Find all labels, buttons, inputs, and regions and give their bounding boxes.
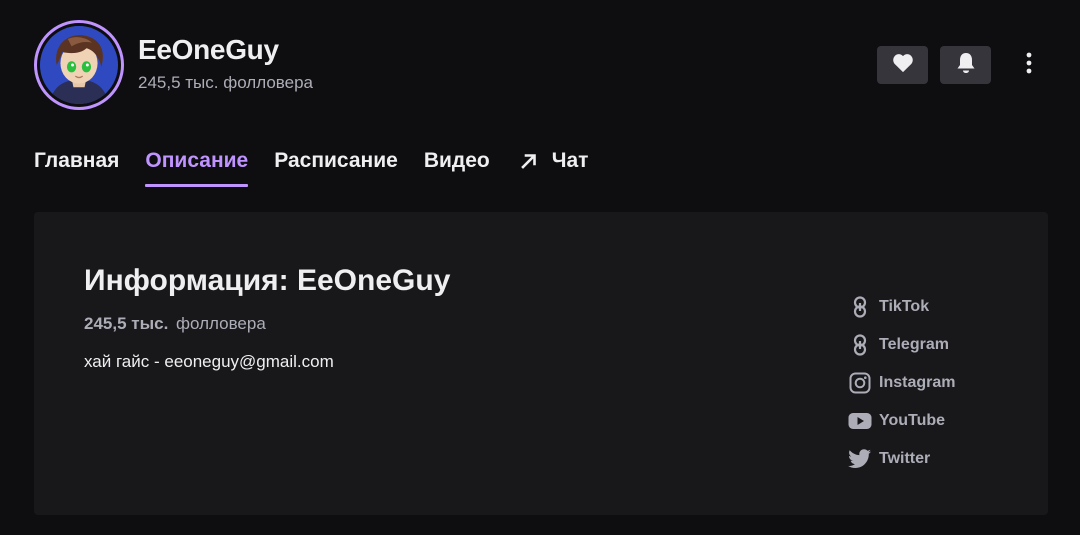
social-link-instagram[interactable]: Instagram [848, 364, 955, 402]
about-panel: Информация: EeOneGuy 245,5 тыс. фолловер… [34, 212, 1048, 515]
social-link-label: Twitter [879, 450, 931, 467]
twitter-icon [848, 447, 872, 471]
instagram-icon [848, 371, 872, 395]
social-link-telegram[interactable]: Telegram [848, 326, 955, 364]
social-link-label: YouTube [879, 412, 946, 429]
bell-icon [956, 52, 976, 79]
about-followers: 245,5 тыс. фолловера [84, 314, 266, 334]
tab-chat[interactable]: Чат [520, 146, 589, 188]
about-description: хай гайс - eeoneguy@gmail.com [84, 352, 334, 371]
about-followers-count: 245,5 тыс. [84, 314, 169, 333]
about-followers-label: фолловера [176, 314, 266, 333]
channel-name[interactable]: EeOneGuy [138, 34, 279, 66]
youtube-icon [848, 409, 872, 433]
tab-videos[interactable]: Видео [424, 146, 490, 188]
social-link-label: Telegram [879, 336, 949, 353]
social-links: TikTok Telegram Instagram YouTube Twitte… [848, 288, 955, 478]
notifications-button[interactable] [940, 46, 991, 84]
tab-about[interactable]: Описание [145, 146, 248, 188]
channel-tabs: Главная Описание Расписание Видео Чат [34, 146, 614, 190]
social-link-youtube[interactable]: YouTube [848, 402, 955, 440]
social-link-tiktok[interactable]: TikTok [848, 288, 955, 326]
heart-icon [892, 53, 914, 78]
tab-chat-label: Чат [551, 149, 589, 172]
channel-header: EeOneGuy 245,5 тыс. фолловера [34, 20, 1046, 112]
external-arrow-icon [520, 146, 540, 176]
social-link-label: Instagram [879, 374, 956, 391]
about-title: Информация: EeOneGuy [84, 264, 451, 297]
social-link-label: TikTok [879, 298, 930, 315]
more-vertical-icon [1026, 52, 1032, 79]
link-icon [848, 295, 872, 319]
channel-page: EeOneGuy 245,5 тыс. фолловера Главная Оп… [0, 0, 1080, 535]
tab-schedule[interactable]: Расписание [274, 146, 398, 188]
follower-count: 245,5 тыс. фолловера [138, 73, 313, 92]
follow-button[interactable] [877, 46, 928, 84]
tab-home[interactable]: Главная [34, 146, 119, 188]
link-icon [848, 333, 872, 357]
social-link-twitter[interactable]: Twitter [848, 440, 955, 478]
avatar[interactable] [34, 20, 124, 110]
more-options-button[interactable] [1016, 46, 1042, 84]
avatar-image [40, 26, 118, 104]
